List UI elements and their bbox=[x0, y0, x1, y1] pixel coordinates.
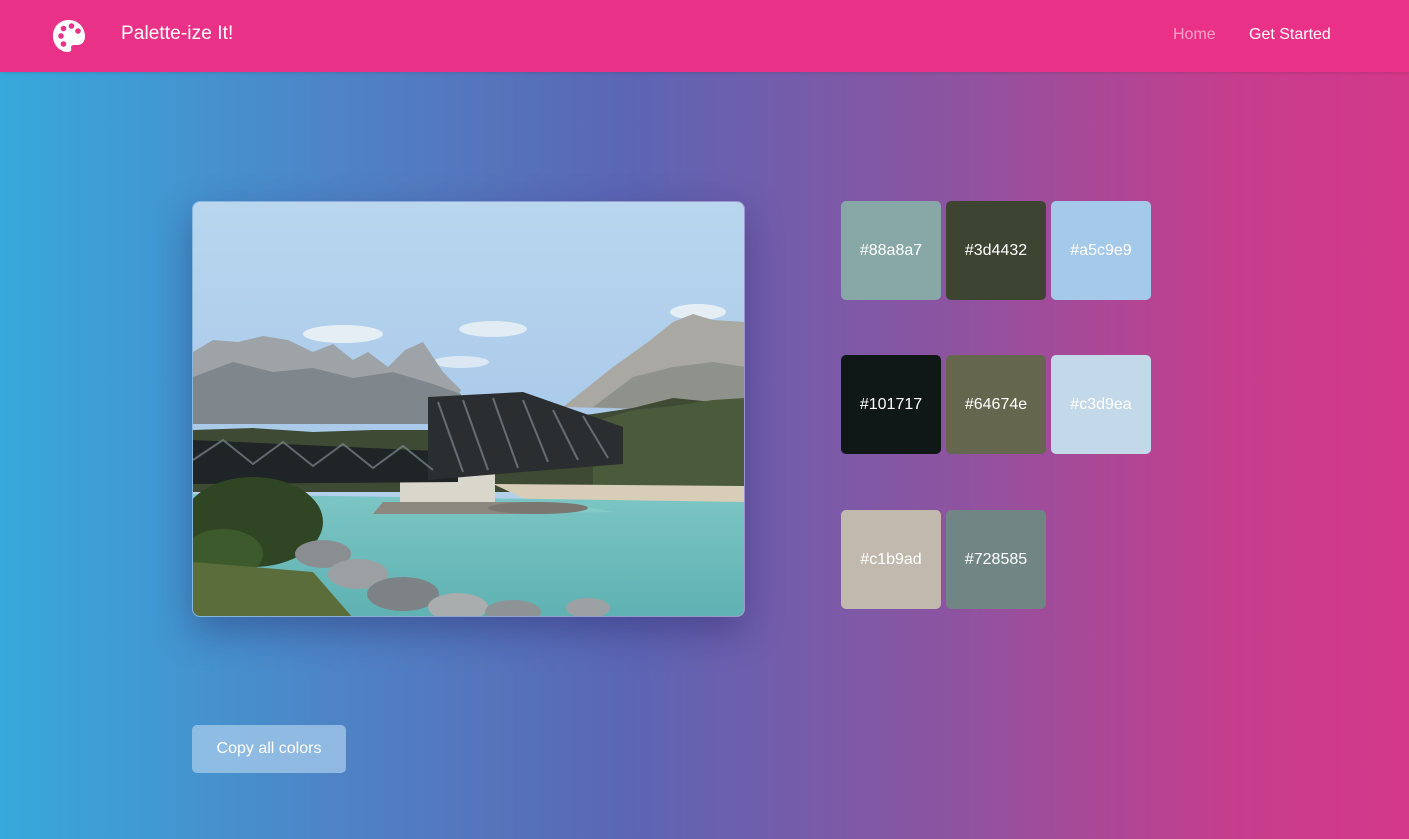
palette-icon[interactable] bbox=[52, 19, 86, 53]
nav-link-home[interactable]: Home bbox=[1173, 26, 1216, 44]
color-swatch[interactable]: #3d4432 bbox=[946, 201, 1046, 300]
color-swatch[interactable]: #64674e bbox=[946, 355, 1046, 454]
color-swatch[interactable]: #a5c9e9 bbox=[1051, 201, 1151, 300]
color-swatch[interactable]: #88a8a7 bbox=[841, 201, 941, 300]
color-swatch[interactable]: #728585 bbox=[946, 510, 1046, 609]
landscape-photo-image bbox=[193, 202, 744, 616]
copy-all-colors-button[interactable]: Copy all colors bbox=[192, 725, 346, 773]
uploaded-photo bbox=[192, 201, 745, 617]
color-swatch[interactable]: #c3d9ea bbox=[1051, 355, 1151, 454]
top-navbar: Palette-ize It! Home Get Started bbox=[0, 0, 1409, 72]
nav-link-get-started[interactable]: Get Started bbox=[1249, 26, 1331, 44]
color-swatch[interactable]: #c1b9ad bbox=[841, 510, 941, 609]
brand-title[interactable]: Palette-ize It! bbox=[121, 23, 233, 45]
color-swatch[interactable]: #101717 bbox=[841, 355, 941, 454]
